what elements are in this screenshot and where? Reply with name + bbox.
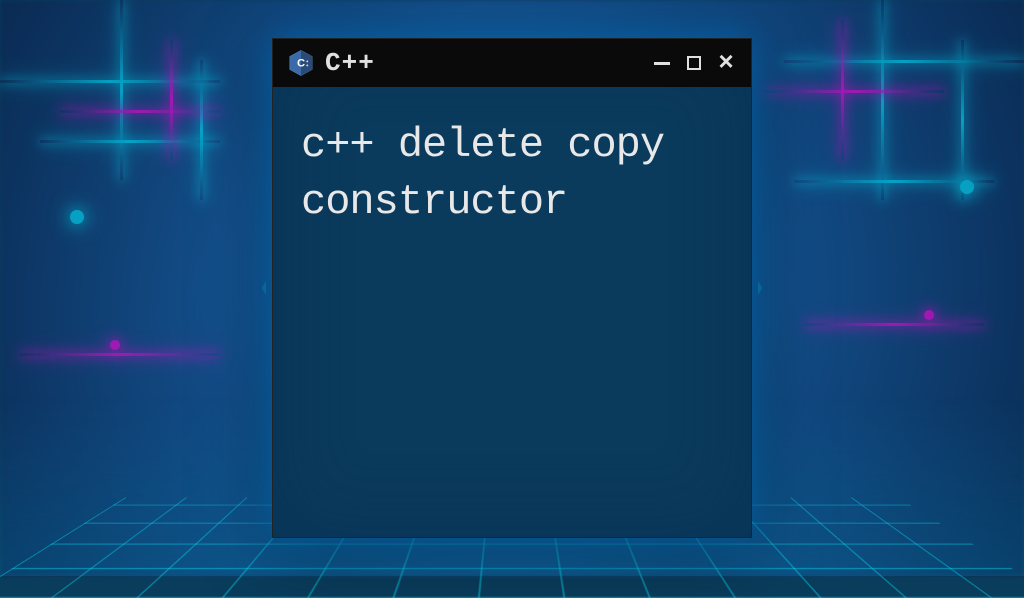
maximize-icon: [687, 56, 701, 70]
window-controls: ×: [651, 52, 737, 74]
maximize-button[interactable]: [683, 52, 705, 74]
close-button[interactable]: ×: [715, 52, 737, 74]
window-body: c++ delete copy constructor: [273, 87, 751, 260]
close-icon: ×: [718, 50, 734, 76]
terminal-window: C + + C++ × c++ delete copy constructor: [272, 38, 752, 538]
minimize-icon: [654, 62, 670, 65]
titlebar[interactable]: C + + C++ ×: [273, 39, 751, 87]
cpp-logo-icon: C + +: [287, 48, 315, 78]
svg-text:C: C: [297, 57, 305, 69]
minimize-button[interactable]: [651, 52, 673, 74]
window-title: C++: [325, 48, 375, 78]
svg-text:+: +: [306, 63, 309, 68]
